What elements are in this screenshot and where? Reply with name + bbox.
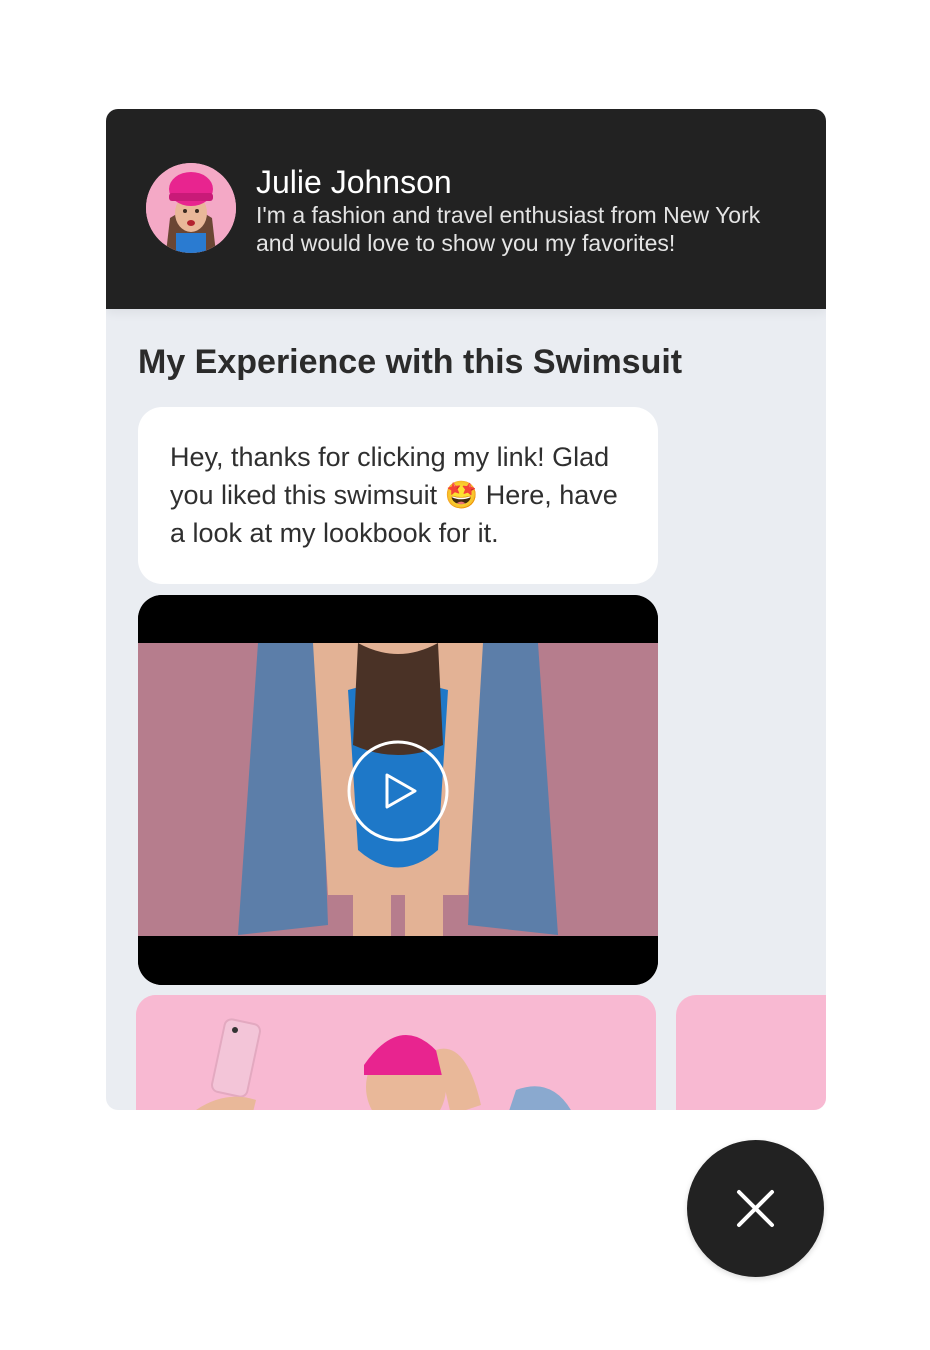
video-player[interactable]	[138, 595, 658, 985]
message-text: Hey, thanks for clicking my link! Glad y…	[170, 442, 618, 548]
play-icon	[347, 740, 449, 842]
lookbook-card-next[interactable]	[676, 995, 826, 1110]
avatar-image	[146, 163, 236, 253]
close-button[interactable]	[687, 1140, 824, 1277]
creator-widget: Julie Johnson I'm a fashion and travel e…	[106, 109, 826, 1110]
close-icon	[737, 1190, 774, 1227]
avatar	[146, 163, 236, 253]
lookbook-card[interactable]	[136, 995, 656, 1110]
section-title: My Experience with this Swimsuit	[138, 343, 683, 381]
profile-name: Julie Johnson	[256, 164, 452, 200]
play-button[interactable]	[347, 740, 449, 842]
lookbook-image	[136, 995, 656, 1110]
profile-bio: I'm a fashion and travel enthusiast from…	[256, 202, 761, 256]
message-bubble: Hey, thanks for clicking my link! Glad y…	[138, 407, 658, 584]
profile-header: Julie Johnson I'm a fashion and travel e…	[106, 109, 826, 309]
